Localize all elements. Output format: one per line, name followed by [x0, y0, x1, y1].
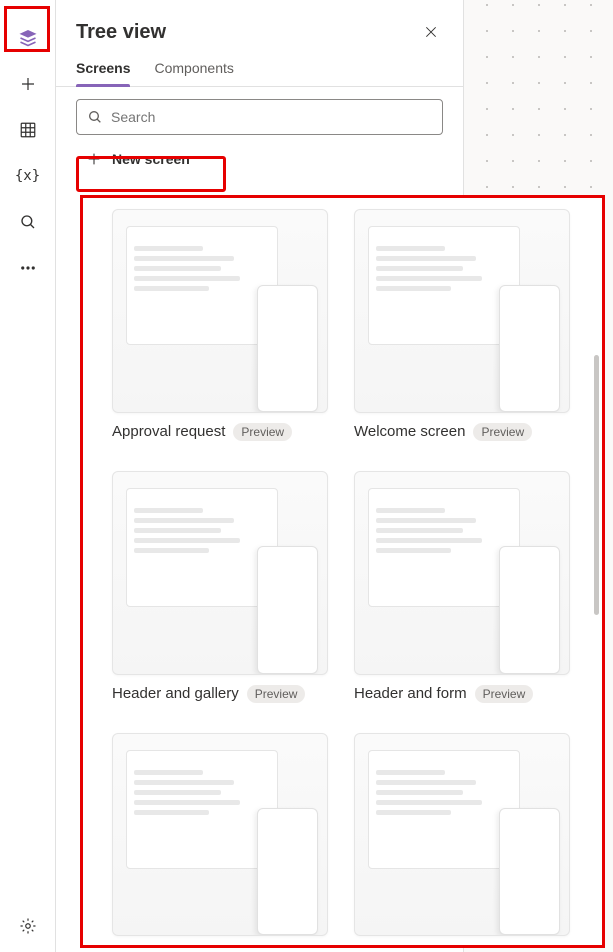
panel-title: Tree view: [76, 21, 415, 44]
insert-icon: [19, 75, 37, 93]
preview-badge: Preview: [473, 423, 532, 441]
template-table-and-form[interactable]: Table and form Preview: [354, 733, 570, 948]
template-thumbnail: [112, 733, 328, 937]
rail-variables-button[interactable]: {x}: [8, 156, 48, 196]
preview-badge: Preview: [235, 946, 294, 948]
preview-badge: Preview: [475, 685, 534, 703]
template-label: Welcome screen: [354, 423, 465, 440]
rail-data-button[interactable]: [8, 110, 48, 150]
new-screen-label: New screen: [112, 151, 190, 167]
tab-components[interactable]: Components: [154, 60, 233, 86]
preview-badge: Preview: [461, 946, 520, 948]
close-panel-button[interactable]: [415, 16, 447, 48]
template-header-and-gallery[interactable]: Header and gallery Preview: [112, 471, 328, 703]
left-rail: {x}: [0, 0, 56, 952]
template-header-and-table[interactable]: Header and table Preview: [112, 733, 328, 948]
more-icon: [19, 259, 37, 277]
template-header-and-form[interactable]: Header and form Preview: [354, 471, 570, 703]
close-icon: [423, 24, 439, 40]
tree-view-icon: [18, 28, 38, 48]
settings-icon: [19, 917, 37, 935]
search-box[interactable]: [76, 99, 443, 135]
new-screen-flyout: Approval request Preview Welcome screen …: [82, 195, 602, 948]
rail-insert-button[interactable]: [8, 64, 48, 104]
search-icon: [87, 109, 103, 125]
template-label: Table and form: [354, 947, 453, 948]
template-label: Approval request: [112, 423, 225, 440]
template-thumbnail: [112, 471, 328, 675]
variables-icon: {x}: [15, 168, 40, 184]
template-thumbnail: [354, 471, 570, 675]
rail-more-button[interactable]: [8, 248, 48, 288]
template-label: Header and form: [354, 685, 467, 702]
template-gallery: Approval request Preview Welcome screen …: [112, 209, 570, 948]
template-thumbnail: [354, 209, 570, 413]
template-thumbnail: [354, 733, 570, 937]
template-label: Header and gallery: [112, 685, 239, 702]
new-screen-button[interactable]: New screen: [76, 145, 200, 173]
preview-badge: Preview: [233, 423, 292, 441]
search-icon: [19, 213, 37, 231]
search-input[interactable]: [111, 109, 432, 125]
panel-tabs: Screens Components: [56, 48, 463, 87]
preview-badge: Preview: [247, 685, 306, 703]
flyout-scrollbar[interactable]: [594, 355, 599, 615]
template-thumbnail: [112, 209, 328, 413]
rail-search-button[interactable]: [8, 202, 48, 242]
rail-settings-button[interactable]: [8, 906, 48, 946]
plus-icon: [86, 151, 102, 167]
rail-tree-view-button[interactable]: [8, 18, 48, 58]
tab-screens[interactable]: Screens: [76, 60, 130, 86]
template-approval-request[interactable]: Approval request Preview: [112, 209, 328, 441]
template-welcome-screen[interactable]: Welcome screen Preview: [354, 209, 570, 441]
template-label: Header and table: [112, 947, 227, 948]
data-icon: [19, 121, 37, 139]
